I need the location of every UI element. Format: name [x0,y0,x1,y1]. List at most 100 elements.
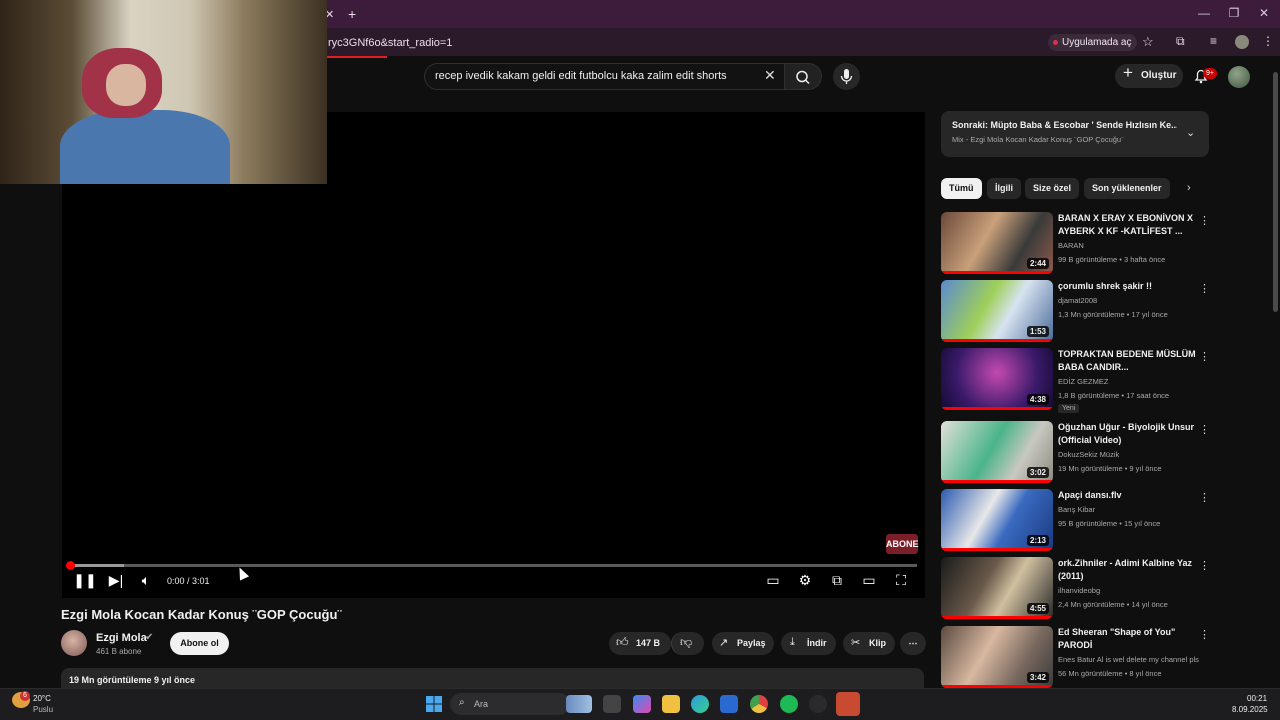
rec-channel[interactable]: ilhanvideobg [1058,586,1100,595]
new-tab-icon[interactable]: + [348,6,356,22]
url-text[interactable]: ryc3GNf6o&start_radio=1 [328,37,452,49]
menu-kebab-icon[interactable]: ⋮ [1262,34,1274,48]
seek-bar[interactable] [70,564,917,567]
subscribe-button[interactable]: Abone ol [170,632,229,655]
weather-temperature[interactable]: 20°C [33,694,51,703]
profile-icon[interactable] [1235,35,1249,49]
media-icon[interactable]: ≡ [1210,34,1217,48]
restore-icon[interactable]: ❐ [1224,6,1244,20]
store-icon[interactable] [720,695,738,713]
up-next-panel[interactable]: Sonraki: Müpto Baba & Escobar ' Sende Hı… [941,111,1209,157]
window-close-icon[interactable]: ✕ [1254,6,1274,20]
chrome-icon[interactable] [750,695,768,713]
video-thumbnail[interactable]: 2:44 [941,212,1053,274]
clock-date[interactable]: 8.09.2025 [1232,705,1268,714]
rec-channel[interactable]: EDİZ GEZMEZ [1058,377,1108,386]
taskbar-search[interactable]: Ara [450,693,570,715]
more-vertical-icon[interactable]: ⋮ [1199,559,1210,572]
rec-title[interactable]: Oğuzhan Uğur - Biyolojik Unsur (Official… [1058,421,1196,447]
chip-recent[interactable]: Son yüklenenler [1084,178,1170,199]
scrollbar-thumb[interactable] [1273,72,1278,312]
rec-title[interactable]: TOPRAKTAN BEDENE MÜSLÜM BABA CANDIR... [1058,348,1196,374]
rec-meta: 19 Mn görüntüleme • 9 yıl önce [1058,464,1162,473]
rec-title[interactable]: Apaçi dansı.flv [1058,489,1196,502]
recommendation-item[interactable]: 3:02 Oğuzhan Uğur - Biyolojik Unsur (Off… [941,421,1211,483]
rec-title[interactable]: BARAN X ERAY X EBONİVON X AYBERK X KF -K… [1058,212,1196,238]
rec-channel[interactable]: Enes Batur Al is wel delete my channel p… [1058,655,1199,664]
recommendation-item[interactable]: 4:38 TOPRAKTAN BEDENE MÜSLÜM BABA CANDIR… [941,348,1211,413]
weather-description[interactable]: Puslu [33,705,53,714]
recommendation-item[interactable]: 4:55 ork.Zihniler - Adimi Kalbine Yaz (2… [941,557,1211,619]
recommendation-item[interactable]: 2:44 BARAN X ERAY X EBONİVON X AYBERK X … [941,212,1211,274]
app-icon[interactable] [809,695,827,713]
recommendation-item[interactable]: 1:53 çorumlu shrek şakir !! djamat2008 1… [941,280,1211,342]
spotify-icon[interactable] [780,695,798,713]
chip-related[interactable]: İlgili [987,178,1021,199]
watched-progress [941,548,1053,551]
voice-search-button[interactable] [833,63,860,90]
miniplayer-button[interactable]: ⧉ [825,572,849,589]
search-button[interactable] [784,63,822,90]
video-thumbnail[interactable]: 4:38 [941,348,1053,410]
watched-progress [941,271,1053,274]
windows-start-button[interactable] [425,695,443,718]
fullscreen-button[interactable]: ⛶ [889,572,913,589]
mute-button[interactable]: 🔈︎ [134,572,158,589]
star-icon[interactable]: ☆ [1142,34,1154,50]
rec-channel[interactable]: djamat2008 [1058,296,1097,305]
more-actions-button[interactable]: ⋯ [900,632,926,655]
recommendation-item[interactable]: 3:42 Ed Sheeran "Shape of You" PARODİ En… [941,626,1211,688]
gear-icon: ⚙︎ [798,572,812,588]
pause-button[interactable]: ❚❚ [73,572,97,589]
seek-handle[interactable] [66,561,75,570]
minimize-icon[interactable]: — [1194,6,1214,20]
extensions-icon[interactable]: ⧉ [1176,34,1185,49]
more-vertical-icon[interactable]: ⋮ [1199,628,1210,641]
widgets-icon[interactable] [566,695,592,713]
video-thumbnail[interactable]: 4:55 [941,557,1053,619]
clear-search-icon[interactable]: ✕ [764,67,776,84]
rec-meta: 56 Mn görüntüleme • 8 yıl önce [1058,669,1162,678]
subtitles-button[interactable]: ▭ [761,572,785,589]
task-view-icon[interactable] [603,695,621,713]
active-app-icon[interactable] [836,692,860,716]
theater-button[interactable]: ▭ [857,572,881,589]
edge-icon[interactable] [691,695,709,713]
watched-progress [941,407,1053,410]
copilot-icon[interactable] [633,695,651,713]
chevron-down-icon[interactable]: ⌄ [1186,126,1195,139]
video-thumbnail[interactable]: 2:13 [941,489,1053,551]
more-vertical-icon[interactable]: ⋮ [1199,350,1210,363]
new-badge: Yeni [1058,404,1080,413]
file-explorer-icon[interactable] [662,695,680,713]
rec-channel[interactable]: BARAN [1058,241,1084,250]
next-button[interactable]: ▶| [104,572,128,589]
rec-title[interactable]: Ed Sheeran "Shape of You" PARODİ [1058,626,1196,652]
chip-all[interactable]: Tümü [941,178,982,199]
rec-title[interactable]: çorumlu shrek şakir !! [1058,280,1196,293]
rec-title[interactable]: ork.Zihniler - Adimi Kalbine Yaz (2011) [1058,557,1196,583]
chevron-right-icon[interactable]: › [1187,182,1191,194]
more-vertical-icon[interactable]: ⋮ [1199,423,1210,436]
chip-for-you[interactable]: Size özel [1025,178,1080,199]
video-thumbnail[interactable]: 1:53 [941,280,1053,342]
account-avatar[interactable] [1228,66,1250,88]
rec-channel[interactable]: Barış Kibar [1058,505,1095,514]
settings-button[interactable]: ⚙︎ [793,572,817,589]
video-thumbnail[interactable]: 3:02 [941,421,1053,483]
clock-time[interactable]: 00:21 [1247,694,1267,703]
recommendation-item[interactable]: 2:13 Apaçi dansı.flv Barış Kibar 95 B gö… [941,489,1211,551]
search-input[interactable]: recep ivedik kakam geldi edit futbolcu k… [424,63,784,90]
channel-avatar[interactable] [61,630,87,656]
verified-icon: ✔︎ [145,632,154,643]
video-thumbnail[interactable]: 3:42 [941,626,1053,688]
duration-badge: 2:44 [1026,258,1049,269]
more-vertical-icon[interactable]: ⋮ [1199,282,1210,295]
subscribe-watermark[interactable]: ABONE [886,534,919,554]
more-vertical-icon[interactable]: ⋮ [1199,491,1210,504]
video-player[interactable] [62,112,925,598]
channel-name[interactable]: Ezgi Mola [96,632,147,644]
open-in-app-button[interactable]: Uygulamada aç [1048,34,1138,51]
more-vertical-icon[interactable]: ⋮ [1199,214,1210,227]
rec-channel[interactable]: DokuzSekiz Müzik [1058,450,1119,459]
